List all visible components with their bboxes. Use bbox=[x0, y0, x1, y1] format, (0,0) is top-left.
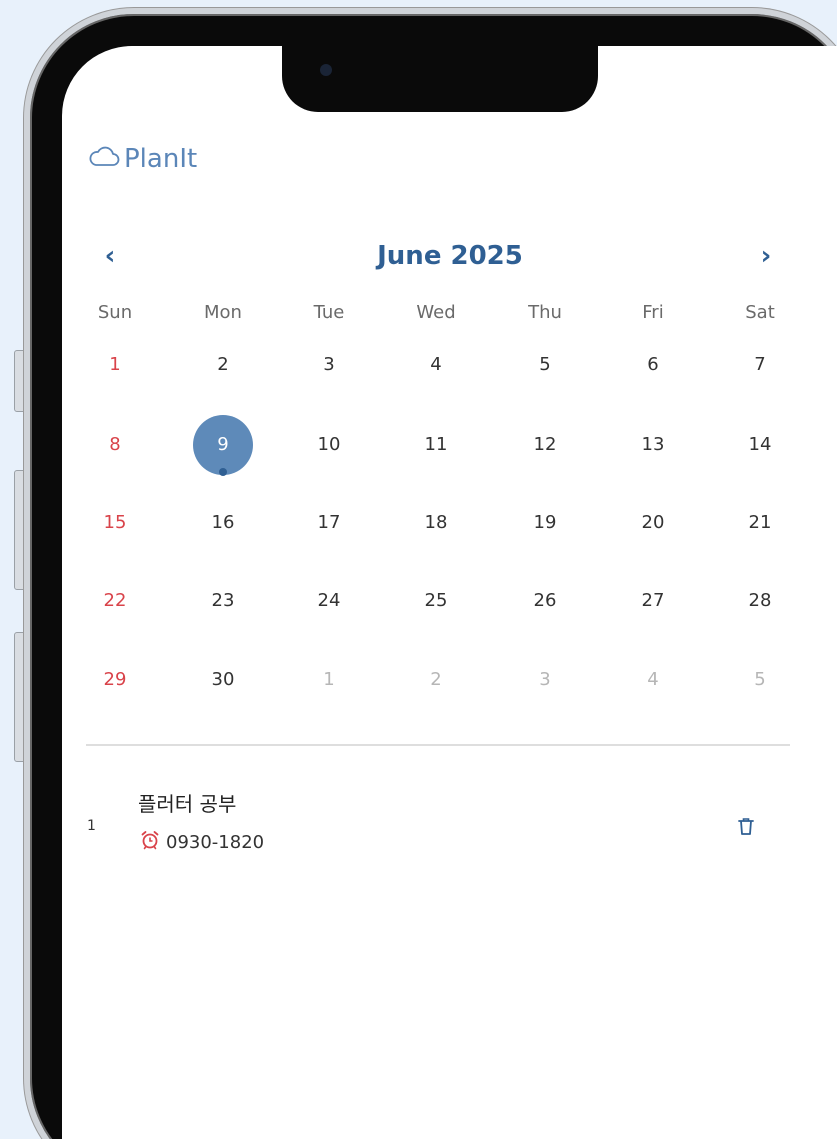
day-cell-29[interactable]: 29 bbox=[75, 655, 155, 705]
day-number: 8 bbox=[109, 434, 121, 455]
day-number: 27 bbox=[641, 590, 665, 611]
todo-item[interactable]: 1 플러터 공부 0930-1820 bbox=[62, 786, 798, 866]
next-month-day-cell-1[interactable]: 1 bbox=[289, 655, 369, 705]
day-number: 9 bbox=[217, 434, 229, 455]
day-cell-14[interactable]: 14 bbox=[720, 420, 800, 470]
alarm-clock-icon bbox=[140, 830, 166, 855]
day-cell-4[interactable]: 4 bbox=[396, 340, 476, 390]
day-cell-27[interactable]: 27 bbox=[613, 576, 693, 626]
cloud-icon bbox=[88, 144, 124, 174]
day-cell-28[interactable]: 28 bbox=[720, 576, 800, 626]
day-cell-2[interactable]: 2 bbox=[183, 340, 263, 390]
day-number: 16 bbox=[211, 512, 235, 533]
delete-todo-button[interactable] bbox=[732, 814, 760, 842]
day-number: 23 bbox=[211, 590, 235, 611]
month-header: ‹ June 2025 › bbox=[62, 236, 798, 276]
todo-time: 0930-1820 bbox=[140, 830, 264, 855]
camera-icon bbox=[320, 64, 332, 76]
day-cell-1[interactable]: 1 bbox=[75, 340, 155, 390]
day-number: 5 bbox=[539, 354, 551, 375]
day-cell-10[interactable]: 10 bbox=[289, 420, 369, 470]
notch bbox=[282, 46, 598, 112]
day-cell-21[interactable]: 21 bbox=[720, 498, 800, 548]
next-month-button[interactable]: › bbox=[746, 236, 786, 276]
day-number: 17 bbox=[317, 512, 341, 533]
day-cell-25[interactable]: 25 bbox=[396, 576, 476, 626]
day-number: 28 bbox=[748, 590, 772, 611]
day-number: 30 bbox=[211, 669, 235, 690]
day-number: 29 bbox=[103, 669, 127, 690]
day-number: 10 bbox=[317, 434, 341, 455]
phone-screen: PlanIt ‹ June 2025 › Sun Mon Tue Wed Thu Fri S… bbox=[62, 46, 837, 1139]
trash-icon bbox=[737, 816, 755, 840]
todo-title: 플러터 공부 bbox=[138, 792, 237, 816]
next-month-day-cell-2[interactable]: 2 bbox=[396, 655, 476, 705]
weekday-sat: Sat bbox=[745, 302, 775, 323]
day-number: 18 bbox=[424, 512, 448, 533]
next-month-day-cell-4[interactable]: 4 bbox=[613, 655, 693, 705]
day-cell-6[interactable]: 6 bbox=[613, 340, 693, 390]
next-month-day-cell-5[interactable]: 5 bbox=[720, 655, 800, 705]
day-cell-26[interactable]: 26 bbox=[505, 576, 585, 626]
day-number: 2 bbox=[217, 354, 229, 375]
weekday-mon: Mon bbox=[204, 302, 242, 323]
day-cell-16[interactable]: 16 bbox=[183, 498, 263, 548]
day-number: 3 bbox=[323, 354, 335, 375]
day-cell-8[interactable]: 8 bbox=[75, 420, 155, 470]
day-number: 14 bbox=[748, 434, 772, 455]
todo-time-text: 0930-1820 bbox=[166, 832, 265, 853]
day-number: 6 bbox=[647, 354, 659, 375]
day-number: 20 bbox=[641, 512, 665, 533]
day-number: 13 bbox=[641, 434, 665, 455]
day-cell-17[interactable]: 17 bbox=[289, 498, 369, 548]
day-number: 26 bbox=[533, 590, 557, 611]
day-cell-12[interactable]: 12 bbox=[505, 420, 585, 470]
next-month-day-cell-3[interactable]: 3 bbox=[505, 655, 585, 705]
day-cell-13[interactable]: 13 bbox=[613, 420, 693, 470]
day-number: 22 bbox=[103, 590, 127, 611]
day-number: 1 bbox=[323, 669, 335, 690]
day-number: 11 bbox=[424, 434, 448, 455]
day-cell-23[interactable]: 23 bbox=[183, 576, 263, 626]
selected-day-cell[interactable]: 9 bbox=[183, 415, 263, 476]
weekday-sun: Sun bbox=[97, 302, 133, 323]
weekday-thu: Thu bbox=[528, 302, 562, 323]
day-cell-15[interactable]: 15 bbox=[75, 498, 155, 548]
day-cell-7[interactable]: 7 bbox=[720, 340, 800, 390]
day-cell-19[interactable]: 19 bbox=[505, 498, 585, 548]
day-number: 5 bbox=[754, 669, 766, 690]
day-cell-30[interactable]: 30 bbox=[183, 655, 263, 705]
weekday-wed: Wed bbox=[416, 302, 456, 323]
chevron-right-icon: › bbox=[760, 241, 772, 271]
day-number: 19 bbox=[533, 512, 557, 533]
day-number: 4 bbox=[430, 354, 442, 375]
day-cell-22[interactable]: 22 bbox=[75, 576, 155, 626]
day-number: 3 bbox=[539, 669, 551, 690]
divider bbox=[86, 744, 790, 746]
day-cell-11[interactable]: 11 bbox=[396, 420, 476, 470]
todo-index: 1 bbox=[87, 818, 96, 834]
day-number: 2 bbox=[430, 669, 442, 690]
day-cell-18[interactable]: 18 bbox=[396, 498, 476, 548]
day-cell-3[interactable]: 3 bbox=[289, 340, 369, 390]
day-number: 4 bbox=[647, 669, 659, 690]
day-number: 15 bbox=[103, 512, 127, 533]
app-name: PlanIt bbox=[124, 144, 198, 174]
month-title: June 2025 bbox=[377, 241, 523, 271]
day-cell-5[interactable]: 5 bbox=[505, 340, 585, 390]
day-number: 7 bbox=[754, 354, 766, 375]
day-number: 12 bbox=[533, 434, 557, 455]
day-cell-20[interactable]: 20 bbox=[613, 498, 693, 548]
event-marker-dot bbox=[219, 468, 227, 476]
day-number: 24 bbox=[317, 590, 341, 611]
day-number: 1 bbox=[109, 354, 121, 375]
app-logo[interactable]: PlanIt bbox=[88, 144, 197, 174]
weekday-tue: Tue bbox=[313, 302, 345, 323]
day-number: 25 bbox=[424, 590, 448, 611]
weekday-fri: Fri bbox=[642, 302, 664, 323]
day-cell-24[interactable]: 24 bbox=[289, 576, 369, 626]
day-number: 21 bbox=[748, 512, 772, 533]
